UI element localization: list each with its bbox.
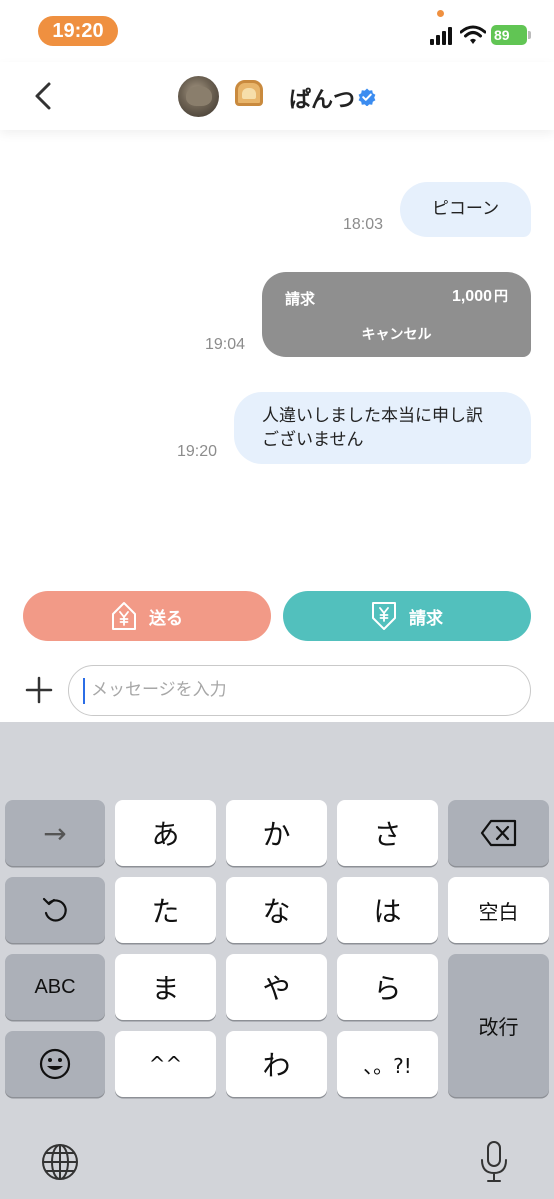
bill-currency: 円: [494, 289, 508, 305]
key-a[interactable]: あ: [115, 800, 216, 866]
key-na[interactable]: な: [226, 877, 327, 943]
backspace-icon: [480, 819, 516, 847]
cellular-signal-icon: [430, 27, 456, 45]
chevron-left-icon[interactable]: [24, 76, 64, 116]
bill-amount-value: 1,000: [451, 288, 492, 305]
bill-message-card[interactable]: 請求 1,000 円 キャンセル: [262, 272, 531, 357]
status-time: 19:20: [38, 16, 118, 46]
key-arrow[interactable]: →: [5, 800, 105, 866]
key-ha[interactable]: は: [337, 877, 438, 943]
privacy-indicator-dot: [437, 10, 444, 17]
text-caret: [83, 678, 85, 704]
wifi-icon: [460, 25, 486, 44]
emoji-key[interactable]: [5, 1031, 105, 1097]
key-ka[interactable]: か: [226, 800, 327, 866]
battery-indicator: 89: [491, 25, 531, 45]
message-timestamp: 18:03: [343, 216, 384, 233]
undo-key[interactable]: [5, 877, 105, 943]
send-money-label: 送る: [149, 608, 183, 629]
message-bubble[interactable]: 人違いしました本当に申し訳 ございません: [234, 392, 531, 464]
japanese-keyboard: → あ か さ た な は 空白 ABC ま や ら 改行 ^^ わ 、。?!: [0, 722, 554, 1199]
message-timestamp: 19:04: [205, 336, 246, 353]
message-list: ピコーン 18:03 請求 1,000 円 キャンセル 19:04 人違いしました…: [0, 130, 554, 580]
bill-label: 請求: [285, 290, 316, 308]
message-input[interactable]: メッセージを入力: [68, 665, 531, 716]
bread-emoji-icon: [235, 80, 263, 114]
message-bubble[interactable]: ピコーン: [400, 182, 531, 237]
message-timestamp: 19:20: [177, 443, 218, 460]
message-text-line: ございません: [262, 430, 364, 450]
avatar[interactable]: [178, 76, 219, 117]
key-ma[interactable]: ま: [115, 954, 216, 1020]
delete-key[interactable]: [448, 800, 549, 866]
key-punctuation[interactable]: 、。?!: [337, 1031, 438, 1097]
request-money-label: 請求: [409, 608, 443, 629]
key-ya[interactable]: や: [226, 954, 327, 1020]
bill-amount: 1,000 円: [452, 286, 508, 306]
status-bar: 19:20 89: [0, 0, 554, 62]
space-key[interactable]: 空白: [448, 877, 549, 943]
send-money-button[interactable]: 送る: [23, 591, 271, 641]
bill-cancel-button[interactable]: キャンセル: [262, 324, 531, 344]
undo-icon: [42, 897, 67, 922]
emoji-icon: [39, 1048, 71, 1080]
return-key[interactable]: 改行: [448, 954, 549, 1097]
key-kaomoji[interactable]: ^^: [115, 1031, 216, 1097]
key-sa[interactable]: さ: [337, 800, 438, 866]
verified-badge-icon: [358, 88, 376, 106]
message-input-placeholder: メッセージを入力: [91, 680, 227, 700]
battery-level: 89: [494, 27, 510, 43]
key-ra[interactable]: ら: [337, 954, 438, 1020]
plus-icon[interactable]: [25, 676, 53, 704]
microphone-icon[interactable]: [479, 1140, 509, 1184]
key-ta[interactable]: た: [115, 877, 216, 943]
message-text-line: 人違いしました本当に申し訳: [262, 406, 483, 426]
abc-key[interactable]: ABC: [5, 954, 105, 1020]
request-yen-icon: [372, 602, 396, 630]
request-money-button[interactable]: 請求: [283, 591, 531, 641]
chat-header: ぱんつ: [0, 62, 554, 130]
globe-icon[interactable]: [40, 1142, 80, 1182]
page-title: ぱんつ: [289, 87, 356, 112]
key-wa[interactable]: わ: [226, 1031, 327, 1097]
send-yen-icon: [112, 602, 136, 630]
